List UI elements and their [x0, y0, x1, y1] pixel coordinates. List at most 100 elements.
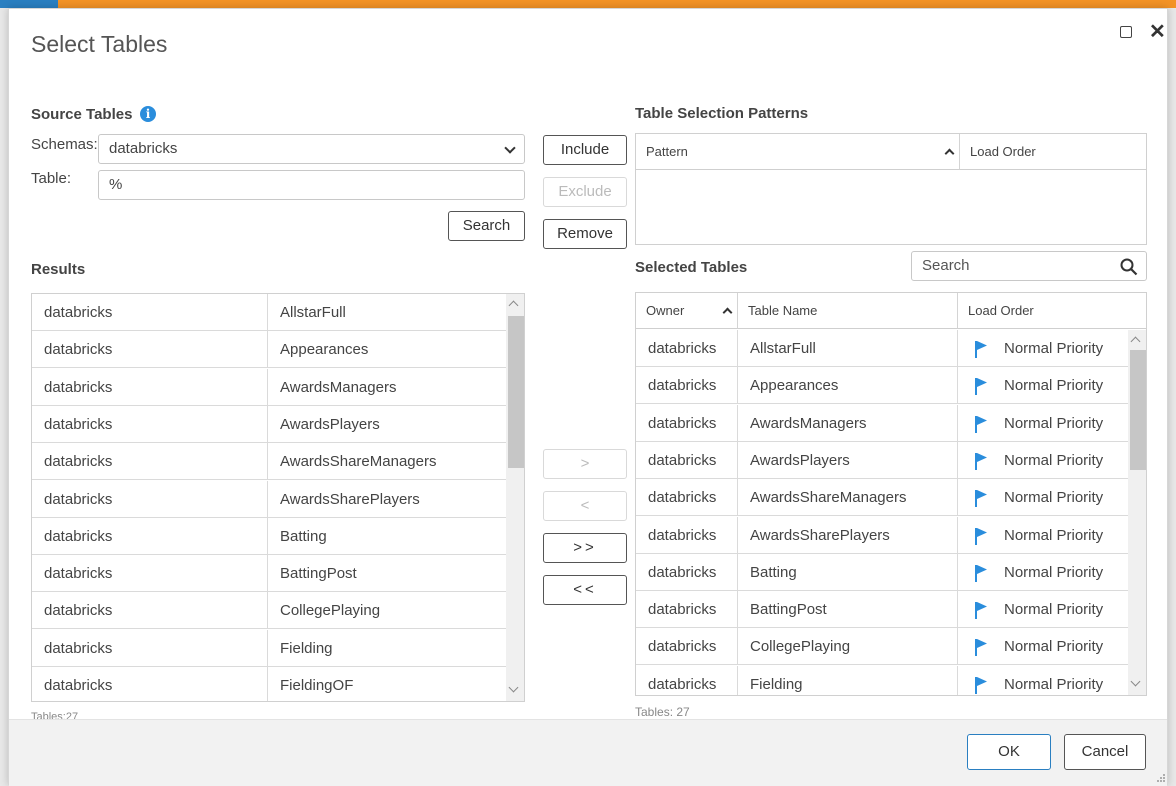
select-tables-dialog: Select Tables ✕ Source Tables i Schemas:…	[8, 8, 1168, 786]
schemas-selected-value: databricks	[109, 140, 178, 157]
priority-flag-icon	[975, 415, 987, 433]
owner-cell: databricks	[636, 404, 738, 442]
table-row[interactable]: databricks AwardsSharePlayers Normal Prior…	[636, 516, 1128, 554]
exclude-button[interactable]: Exclude	[543, 177, 627, 207]
load-order-cell[interactable]: Normal Priority	[958, 628, 1128, 665]
owner-cell: databricks	[636, 591, 738, 629]
close-icon[interactable]: ✕	[1149, 19, 1166, 44]
table-name-cell: AwardsSharePlayers	[738, 516, 958, 554]
table-row[interactable]: databricks AwardsShareManagers Normal Prio…	[636, 479, 1128, 517]
schemas-dropdown[interactable]: databricks	[98, 134, 525, 164]
table-name-cell: AwardsShareManagers	[280, 453, 437, 471]
priority-flag-icon	[975, 527, 987, 545]
table-row[interactable]: databricks AwardsPlayers Normal Priority	[636, 441, 1128, 479]
table-row[interactable]: databricks Batting Normal Priority	[636, 553, 1128, 591]
table-row[interactable]: databricks AwardsSharePlayers	[32, 480, 506, 518]
app-top-bar	[58, 0, 1176, 8]
table-row[interactable]: databricks AwardsPlayers	[32, 405, 506, 443]
table-name-cell: AwardsPlayers	[738, 441, 958, 479]
owner-cell: databricks	[32, 331, 268, 369]
table-row[interactable]: databricks AwardsManagers	[32, 368, 506, 406]
table-name-column-header[interactable]: Table Name	[738, 293, 958, 329]
selected-scrollbar[interactable]	[1128, 330, 1146, 695]
move-left-button[interactable]: <	[543, 491, 627, 521]
table-row[interactable]: databricks BattingPost Normal Priority	[636, 591, 1128, 629]
load-order-cell[interactable]: Normal Priority	[958, 367, 1128, 404]
resize-grip-icon[interactable]	[1156, 773, 1166, 783]
scroll-down-icon[interactable]	[508, 682, 519, 693]
table-name-cell: Fielding	[280, 639, 333, 657]
owner-cell: databricks	[32, 405, 268, 443]
priority-flag-icon	[975, 490, 987, 508]
priority-flag-icon	[975, 602, 987, 620]
move-all-right-button[interactable]: >>	[543, 533, 627, 563]
remove-button[interactable]: Remove	[543, 219, 627, 249]
table-row[interactable]: databricks AwardsManagers Normal Priority	[636, 404, 1128, 442]
table-row[interactable]: databricks AwardsShareManagers	[32, 443, 506, 481]
search-button[interactable]: Search	[448, 211, 525, 241]
load-order-column-header[interactable]: Load Order	[958, 293, 1146, 329]
scroll-up-icon[interactable]	[508, 300, 519, 311]
owner-cell: databricks	[636, 479, 738, 517]
table-row[interactable]: databricks Batting	[32, 517, 506, 555]
priority-flag-icon	[975, 564, 987, 582]
priority-label: Normal Priority	[1004, 414, 1104, 432]
table-row[interactable]: databricks CollegePlaying Normal Priority	[636, 628, 1128, 666]
selected-scroll-thumb[interactable]	[1130, 350, 1146, 470]
results-scroll-thumb[interactable]	[508, 316, 524, 468]
pattern-column-header[interactable]: Pattern	[636, 134, 960, 170]
load-order-cell[interactable]: Normal Priority	[958, 554, 1128, 591]
dialog-titlebar: Select Tables ✕	[9, 9, 1167, 79]
table-row[interactable]: databricks CollegePlaying	[32, 592, 506, 630]
table-name-cell: AllstarFull	[280, 304, 346, 321]
table-row[interactable]: databricks BattingPost	[32, 555, 506, 593]
table-filter-input[interactable]: %	[98, 170, 525, 200]
table-name-cell: CollegePlaying	[280, 602, 381, 620]
results-scrollbar[interactable]	[506, 294, 524, 701]
load-order-cell[interactable]: Normal Priority	[958, 591, 1128, 628]
owner-cell: databricks	[32, 629, 268, 667]
table-name-cell: Batting	[280, 527, 327, 545]
cancel-button[interactable]: Cancel	[1064, 734, 1146, 770]
load-order-cell[interactable]: Normal Priority	[958, 517, 1128, 554]
table-row[interactable]: databricks Appearances	[32, 331, 506, 369]
table-name-cell: AwardsPlayers	[280, 415, 380, 433]
ok-button[interactable]: OK	[967, 734, 1051, 770]
table-row[interactable]: databricks Appearances Normal Priority	[636, 367, 1128, 405]
maximize-icon[interactable]	[1120, 26, 1132, 38]
table-row[interactable]: databricks Fielding Normal Priority	[636, 665, 1128, 695]
scroll-down-icon[interactable]	[1130, 676, 1141, 687]
load-order-cell[interactable]: Normal Priority	[958, 666, 1128, 695]
owner-cell: databricks	[32, 667, 268, 701]
table-row[interactable]: databricks AllstarFull	[32, 294, 506, 331]
load-order-cell[interactable]: Normal Priority	[958, 479, 1128, 516]
pattern-load-order-header[interactable]: Load Order	[960, 134, 1146, 170]
priority-flag-icon	[975, 676, 987, 694]
load-order-cell[interactable]: Normal Priority	[958, 442, 1128, 479]
selected-search-input[interactable]: Search	[911, 251, 1147, 281]
scroll-up-icon[interactable]	[1130, 336, 1141, 347]
move-all-left-button[interactable]: <<	[543, 575, 627, 605]
priority-flag-icon	[975, 452, 987, 470]
table-name-cell: AllstarFull	[738, 330, 958, 367]
move-right-button[interactable]: >	[543, 449, 627, 479]
load-order-cell[interactable]: Normal Priority	[958, 405, 1128, 442]
include-button[interactable]: Include	[543, 135, 627, 165]
owner-cell: databricks	[636, 665, 738, 695]
table-row[interactable]: databricks AllstarFull Normal Priority	[636, 330, 1128, 367]
dialog-body: Source Tables i Schemas: databricks Tabl…	[9, 79, 1167, 723]
owner-cell: databricks	[32, 517, 268, 555]
load-order-cell[interactable]: Normal Priority	[958, 330, 1128, 367]
table-name-cell: AwardsManagers	[738, 404, 958, 442]
table-row[interactable]: databricks Fielding	[32, 629, 506, 667]
owner-cell: databricks	[636, 553, 738, 591]
owner-column-header[interactable]: Owner	[636, 293, 738, 329]
info-icon[interactable]: i	[140, 106, 156, 122]
priority-label: Normal Priority	[1004, 377, 1104, 395]
table-name-cell: Appearances	[738, 367, 958, 405]
search-icon[interactable]	[1120, 258, 1138, 276]
table-name-cell: CollegePlaying	[738, 628, 958, 666]
table-row[interactable]: databricks FieldingOF	[32, 667, 506, 701]
table-name-cell: BattingPost	[280, 565, 357, 583]
priority-label: Normal Priority	[1004, 526, 1104, 544]
